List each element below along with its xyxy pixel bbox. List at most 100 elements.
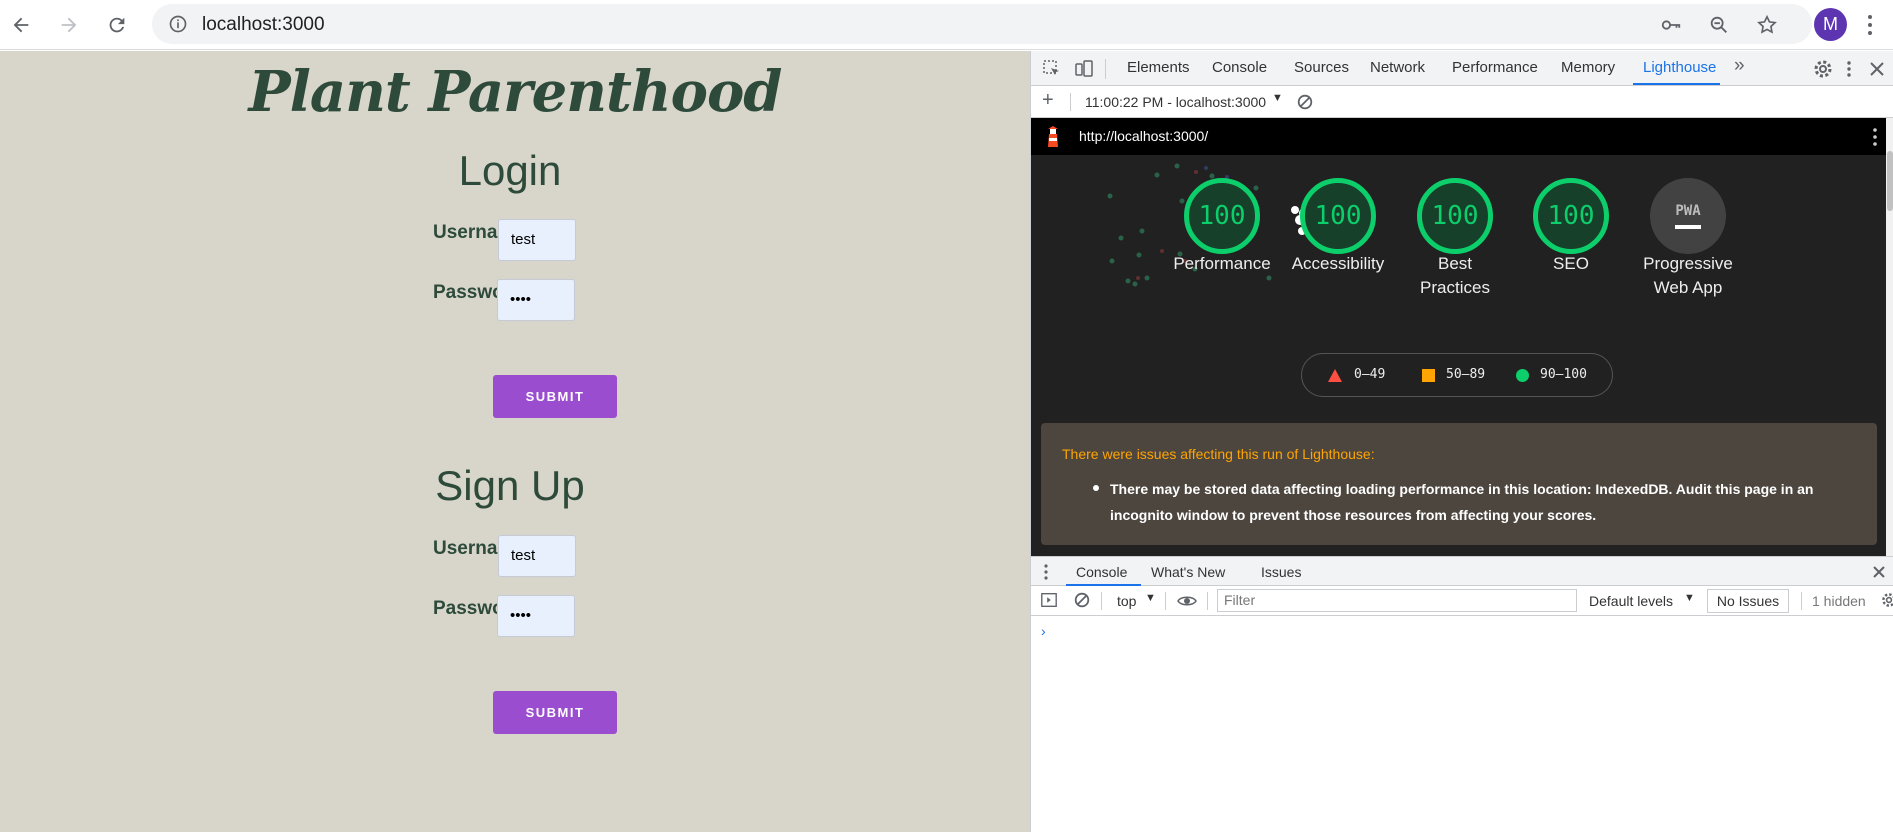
login-password-label: Password	[433, 282, 501, 303]
close-devtools-icon[interactable]	[1867, 59, 1887, 79]
login-username-input[interactable]: test	[498, 219, 576, 261]
seo-label: SEO	[1553, 254, 1589, 273]
legend-range-average: 50–89	[1446, 367, 1486, 382]
console-filter-input[interactable]: Filter	[1217, 589, 1577, 612]
toolbar-divider	[1165, 592, 1166, 610]
eye-icon[interactable]	[1177, 591, 1197, 611]
toolbar-divider	[1101, 592, 1102, 610]
fail-triangle-icon	[1328, 369, 1342, 382]
pass-circle-icon	[1516, 369, 1529, 382]
url-text: localhost:3000	[202, 14, 325, 35]
report-url: http://localhost:3000/	[1079, 128, 1209, 144]
signup-username-input[interactable]: test	[498, 535, 576, 577]
add-report-icon[interactable]: +	[1042, 89, 1054, 112]
chevron-down-icon[interactable]: ▼	[1684, 592, 1695, 604]
browser-menu-icon[interactable]	[1860, 12, 1880, 38]
back-button[interactable]	[4, 8, 38, 42]
drawer-tab-whats-new[interactable]: What's New	[1151, 564, 1225, 580]
tab-sources[interactable]: Sources	[1294, 59, 1349, 76]
legend-range-pass: 90–100	[1540, 367, 1587, 382]
login-heading: Login	[458, 147, 562, 194]
reload-button[interactable]	[100, 8, 134, 42]
accessibility-label: Accessibility	[1291, 254, 1385, 273]
performance-label: Performance	[1173, 254, 1271, 273]
devtools-panel: Elements Console Sources Network Perform…	[1030, 51, 1893, 832]
tab-network[interactable]: Network	[1370, 59, 1425, 76]
lighthouse-report: http://localhost:3000/ 100 Performance 1…	[1031, 118, 1886, 606]
signup-submit-button[interactable]: SUBMIT	[493, 691, 617, 734]
pwa-badge-text: PWA	[1675, 203, 1701, 219]
address-bar[interactable]: localhost:3000	[152, 4, 1812, 44]
login-username-label: Username	[433, 222, 501, 243]
drawer-tab-issues[interactable]: Issues	[1261, 564, 1301, 580]
chevron-down-icon[interactable]: ▼	[1145, 592, 1156, 604]
toolbar-divider	[1801, 592, 1802, 610]
signup-heading: Sign Up	[435, 462, 585, 509]
chevron-down-icon[interactable]: ▼	[1272, 92, 1283, 104]
tab-performance[interactable]: Performance	[1452, 59, 1538, 76]
device-toolbar-icon[interactable]	[1074, 59, 1094, 79]
bullet-icon	[1093, 485, 1099, 491]
clear-reports-icon[interactable]	[1296, 93, 1314, 111]
pwa-dash-icon	[1675, 225, 1701, 229]
legend-range-fail: 0–49	[1354, 367, 1386, 382]
report-scrollbar[interactable]	[1886, 118, 1893, 606]
toolbar-divider	[1207, 592, 1208, 610]
performance-score-gauge[interactable]: 100	[1184, 178, 1260, 254]
run-warnings-box: There were issues affecting this run of …	[1041, 423, 1877, 545]
close-drawer-icon[interactable]	[1869, 562, 1889, 582]
report-menu-icon[interactable]	[1871, 126, 1879, 148]
signup-username-label: Username	[433, 538, 501, 559]
scrollbar-thumb[interactable]	[1887, 151, 1893, 211]
active-tab-indicator	[1633, 83, 1720, 85]
log-levels-select[interactable]: Default levels	[1589, 593, 1673, 609]
arrow-right-icon	[61, 17, 77, 33]
report-run-select[interactable]: 11:00:22 PM - localhost:3000	[1085, 94, 1266, 110]
lighthouse-logo-icon	[1048, 126, 1058, 147]
drawer-tabbar: Console What's New Issues	[1031, 556, 1893, 586]
login-password-input[interactable]: ••••	[497, 279, 575, 321]
toolbar-divider	[1070, 93, 1071, 111]
pwa-label: Progressive Web App	[1643, 254, 1733, 297]
key-icon[interactable]	[1660, 14, 1682, 36]
browser-toolbar: localhost:3000 M	[0, 0, 1893, 50]
tab-elements[interactable]: Elements	[1127, 59, 1190, 76]
best-practices-score-gauge[interactable]: 100	[1417, 178, 1493, 254]
toolbar-divider	[1105, 59, 1106, 79]
context-select[interactable]: top	[1117, 593, 1136, 609]
info-icon[interactable]	[168, 14, 188, 34]
site-title: Plant Parenthood	[248, 59, 783, 125]
average-square-icon	[1422, 369, 1435, 382]
tab-console[interactable]: Console	[1212, 59, 1267, 76]
warning-text: There may be stored data affecting loadi…	[1110, 481, 1814, 523]
sidebar-toggle-icon[interactable]	[1040, 591, 1058, 609]
pwa-badge-gauge[interactable]: PWA	[1650, 178, 1726, 254]
inspect-element-icon[interactable]	[1042, 59, 1062, 79]
more-tabs-icon[interactable]: »	[1734, 55, 1745, 77]
settings-gear-icon[interactable]	[1813, 59, 1833, 79]
accessibility-score-gauge[interactable]: 100	[1300, 178, 1376, 254]
star-icon[interactable]	[1756, 14, 1778, 36]
drawer-tab-console[interactable]: Console	[1076, 564, 1127, 580]
lighthouse-toolbar: + 11:00:22 PM - localhost:3000 ▼	[1031, 86, 1893, 118]
console-settings-icon[interactable]	[1881, 591, 1893, 609]
seo-score-gauge[interactable]: 100	[1533, 178, 1609, 254]
tab-lighthouse[interactable]: Lighthouse	[1643, 59, 1716, 76]
arrow-left-icon	[13, 17, 29, 33]
score-scale-legend: 0–49 50–89 90–100	[1301, 353, 1613, 397]
profile-avatar[interactable]: M	[1814, 8, 1847, 41]
signup-password-label: Password	[433, 598, 501, 619]
issues-counter-button[interactable]: No Issues	[1707, 589, 1789, 613]
console-prompt-icon[interactable]: ›	[1041, 623, 1046, 639]
clear-console-icon[interactable]	[1073, 591, 1091, 609]
zoom-icon[interactable]	[1708, 14, 1730, 36]
login-submit-button[interactable]: SUBMIT	[493, 375, 617, 418]
signup-password-input[interactable]: ••••	[497, 595, 575, 637]
drawer-menu-icon[interactable]	[1041, 562, 1051, 582]
hidden-count: 1 hidden	[1812, 593, 1866, 609]
tab-memory[interactable]: Memory	[1561, 59, 1615, 76]
forward-button[interactable]	[52, 8, 86, 42]
best-practices-label: Best Practices	[1420, 254, 1490, 297]
devtools-menu-icon[interactable]	[1839, 59, 1859, 79]
page-viewport: Plant Parenthood Login Username test Pas…	[0, 51, 1030, 832]
